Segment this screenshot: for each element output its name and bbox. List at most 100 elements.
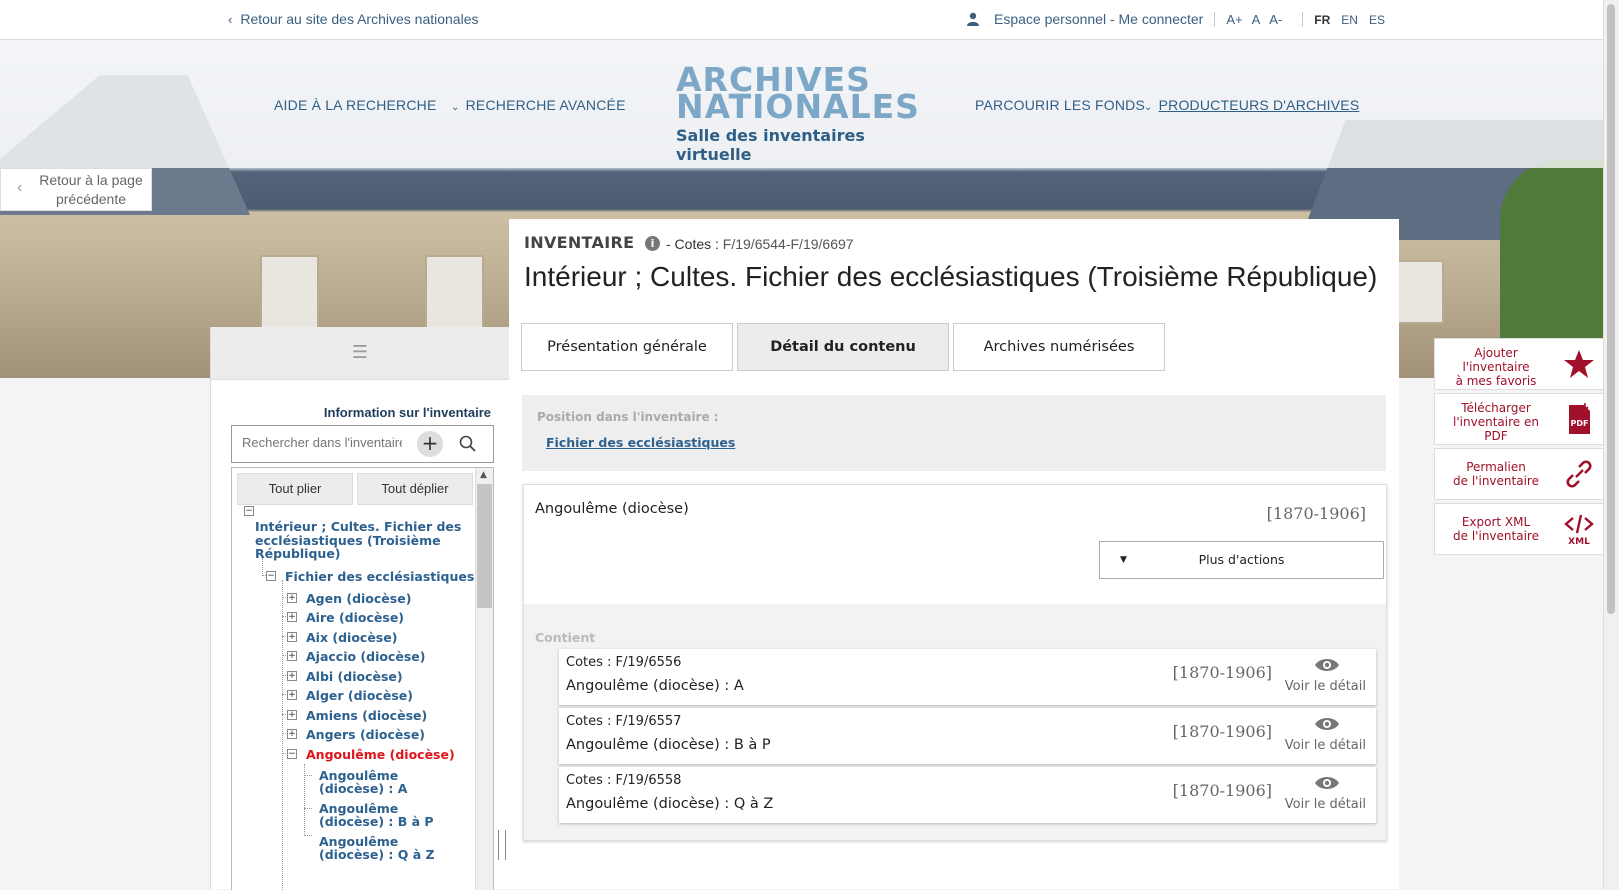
collapse-toggle-icon[interactable]: − [266, 571, 276, 581]
pdf-icon: PDF [1569, 403, 1590, 434]
user-icon [967, 12, 979, 26]
tree-item-amiens[interactable]: Amiens (diocèse) [306, 708, 427, 723]
language-switcher: FR EN ES [1314, 11, 1396, 27]
font-increase-button[interactable]: A+ [1226, 12, 1242, 27]
tab-bar: Présentation générale Détail du contenu … [521, 323, 1169, 371]
view-detail-link[interactable]: Voir le détail [1285, 679, 1366, 694]
expand-all-button[interactable]: Tout déplier [357, 473, 473, 505]
collapse-toggle-icon[interactable]: − [244, 506, 254, 516]
logo-line-2: NATIONALES [676, 87, 920, 126]
tree-item-alger[interactable]: Alger (diocèse) [306, 688, 413, 703]
svg-text:PDF: PDF [1571, 419, 1589, 428]
back-to-archives-link[interactable]: ‹ Retour au site des Archives nationales [228, 11, 478, 27]
chevron-left-icon: ‹ [228, 12, 233, 27]
export-xml-button[interactable]: Export XML de l'inventaire XML [1434, 503, 1605, 555]
tree-subitem-b-p[interactable]: Angoulême (diocèse) : B à P [319, 802, 434, 828]
tree-search-input[interactable] [240, 434, 404, 451]
tab-archives-numerisees[interactable]: Archives numérisées [953, 323, 1165, 371]
tree-search: + [231, 425, 494, 463]
chevron-down-icon: ⌄ [1144, 102, 1153, 113]
list-item[interactable]: Cotes : F/19/6558 Angoulême (diocèse) : … [559, 767, 1376, 823]
tree-item-angouleme-active[interactable]: Angoulême (diocèse) [306, 747, 455, 762]
tree-container: Tout plier Tout déplier ▲ − Intérieur ; … [231, 467, 494, 890]
tree-item-aire[interactable]: Aire (diocèse) [306, 610, 404, 625]
font-size-controls: A+ A A- [1226, 11, 1291, 27]
chevron-left-icon: ‹ [17, 179, 23, 196]
top-bar: ‹ Retour au site des Archives nationales … [0, 0, 1604, 40]
tree-item-ajaccio[interactable]: Ajaccio (diocèse) [306, 649, 426, 664]
font-decrease-button[interactable]: A- [1269, 12, 1282, 27]
top-bar-right: Espace personnel - Me connecter A+ A A- FR… [966, 11, 1396, 27]
list-item[interactable]: Cotes : F/19/6557 Angoulême (diocèse) : … [559, 708, 1376, 764]
chevron-down-icon: ⌄ [451, 102, 460, 113]
star-icon [1564, 350, 1594, 378]
nav-aide[interactable]: AIDE À LA RECHERCHE [274, 97, 437, 113]
permalink-button[interactable]: Permalien de l'inventaire [1434, 448, 1605, 500]
expand-toggle-icon[interactable]: + [287, 593, 297, 603]
tree-root-node[interactable]: Intérieur ; Cultes. Fichier des ecclésia… [255, 520, 461, 561]
panel-resize-handle[interactable] [498, 830, 506, 860]
page-title: Intérieur ; Cultes. Fichier des ecclésia… [524, 261, 1378, 292]
tab-presentation[interactable]: Présentation générale [521, 323, 733, 371]
tree-item-aix[interactable]: Aix (diocèse) [306, 630, 397, 645]
menu-icon[interactable]: ☰ [211, 327, 509, 380]
position-link[interactable]: Fichier des ecclésiastiques [546, 435, 735, 450]
tree-node-fichier[interactable]: Fichier des ecclésiastiques [285, 569, 474, 584]
code-icon: XML [1564, 514, 1594, 546]
arrow-up-icon[interactable]: ▲ [480, 470, 487, 480]
svg-text:XML: XML [1568, 537, 1590, 546]
expand-toggle-icon[interactable]: + [287, 632, 297, 642]
tree-subitem-q-z[interactable]: Angoulême (diocèse) : Q à Z [319, 835, 435, 861]
expand-toggle-icon[interactable]: + [287, 612, 297, 622]
record-card: Angoulême (diocèse) [1870-1906] ▼ Plus d'… [523, 484, 1387, 841]
tree-scrollbar[interactable]: ▲ [475, 468, 493, 890]
record-cotes: - Cotes : F/19/6544-F/19/6697 [666, 236, 854, 252]
logo-subtitle: Salle des inventaires virtuelle [676, 126, 865, 164]
eye-icon[interactable] [1314, 716, 1340, 732]
previous-page-button[interactable]: ‹ Retour à la page précédente [0, 168, 152, 211]
lang-en[interactable]: EN [1341, 13, 1358, 27]
tree-item-albi[interactable]: Albi (diocèse) [306, 669, 403, 684]
search-icon[interactable] [457, 433, 479, 455]
eye-icon[interactable] [1314, 775, 1340, 791]
font-reset-button[interactable]: A [1252, 12, 1261, 27]
nav-recherche-avancee[interactable]: ⌄ RECHERCHE AVANCÉE [451, 97, 626, 113]
tab-detail[interactable]: Détail du contenu [737, 323, 949, 371]
account-link[interactable]: Espace personnel - Me connecter [994, 11, 1203, 27]
tree-subitem-a[interactable]: Angoulême (diocèse) : A [319, 769, 407, 795]
triangle-down-icon: ▼ [1120, 555, 1127, 565]
record-date: [1870-1906] [1266, 504, 1366, 523]
expand-toggle-icon[interactable]: + [287, 729, 297, 739]
nav-parcourir[interactable]: PARCOURIR LES FONDS [975, 97, 1145, 113]
expand-toggle-icon[interactable]: + [287, 671, 297, 681]
collapse-toggle-icon[interactable]: − [287, 749, 297, 759]
inventory-tree-panel: ☰ Information sur l'inventaire + Tout pl… [210, 327, 510, 890]
more-actions-button[interactable]: ▼ Plus d'actions [1099, 541, 1384, 579]
main-content: INVENTAIRE i - Cotes : F/19/6544-F/19/66… [509, 219, 1399, 889]
add-favorite-button[interactable]: Ajouter l'inventaire à mes favoris [1434, 338, 1605, 390]
expand-toggle-icon[interactable]: + [287, 651, 297, 661]
contient-label: Contient [535, 630, 596, 645]
expand-toggle-icon[interactable]: + [287, 690, 297, 700]
download-pdf-button[interactable]: Télécharger l'inventaire en PDF PDF [1434, 393, 1605, 445]
record-kind: INVENTAIRE [524, 233, 635, 252]
lang-es[interactable]: ES [1369, 13, 1385, 27]
eye-icon[interactable] [1314, 657, 1340, 673]
lang-fr[interactable]: FR [1314, 13, 1330, 27]
view-detail-link[interactable]: Voir le détail [1285, 738, 1366, 753]
view-detail-link[interactable]: Voir le détail [1285, 797, 1366, 812]
position-label: Position dans l'inventaire : [537, 410, 719, 424]
page-scrollbar[interactable] [1603, 0, 1619, 889]
inventory-info-link[interactable]: Information sur l'inventaire [324, 405, 491, 420]
tree-item-agen[interactable]: Agen (diocèse) [306, 591, 411, 606]
site-logo[interactable]: ARCHIVES NATIONALES Salle des inventaire… [676, 63, 941, 164]
tree-item-angers[interactable]: Angers (diocèse) [306, 727, 425, 742]
collapse-all-button[interactable]: Tout plier [237, 473, 353, 505]
plus-icon[interactable]: + [417, 431, 443, 457]
record-title: Angoulême (diocèse) [535, 501, 689, 517]
list-item[interactable]: Cotes : F/19/6556 Angoulême (diocèse) : … [559, 649, 1376, 705]
position-box: Position dans l'inventaire : Fichier des… [522, 395, 1386, 471]
nav-producteurs[interactable]: ⌄ PRODUCTEURS D'ARCHIVES [1144, 97, 1359, 113]
expand-toggle-icon[interactable]: + [287, 710, 297, 720]
info-icon[interactable]: i [645, 236, 660, 251]
